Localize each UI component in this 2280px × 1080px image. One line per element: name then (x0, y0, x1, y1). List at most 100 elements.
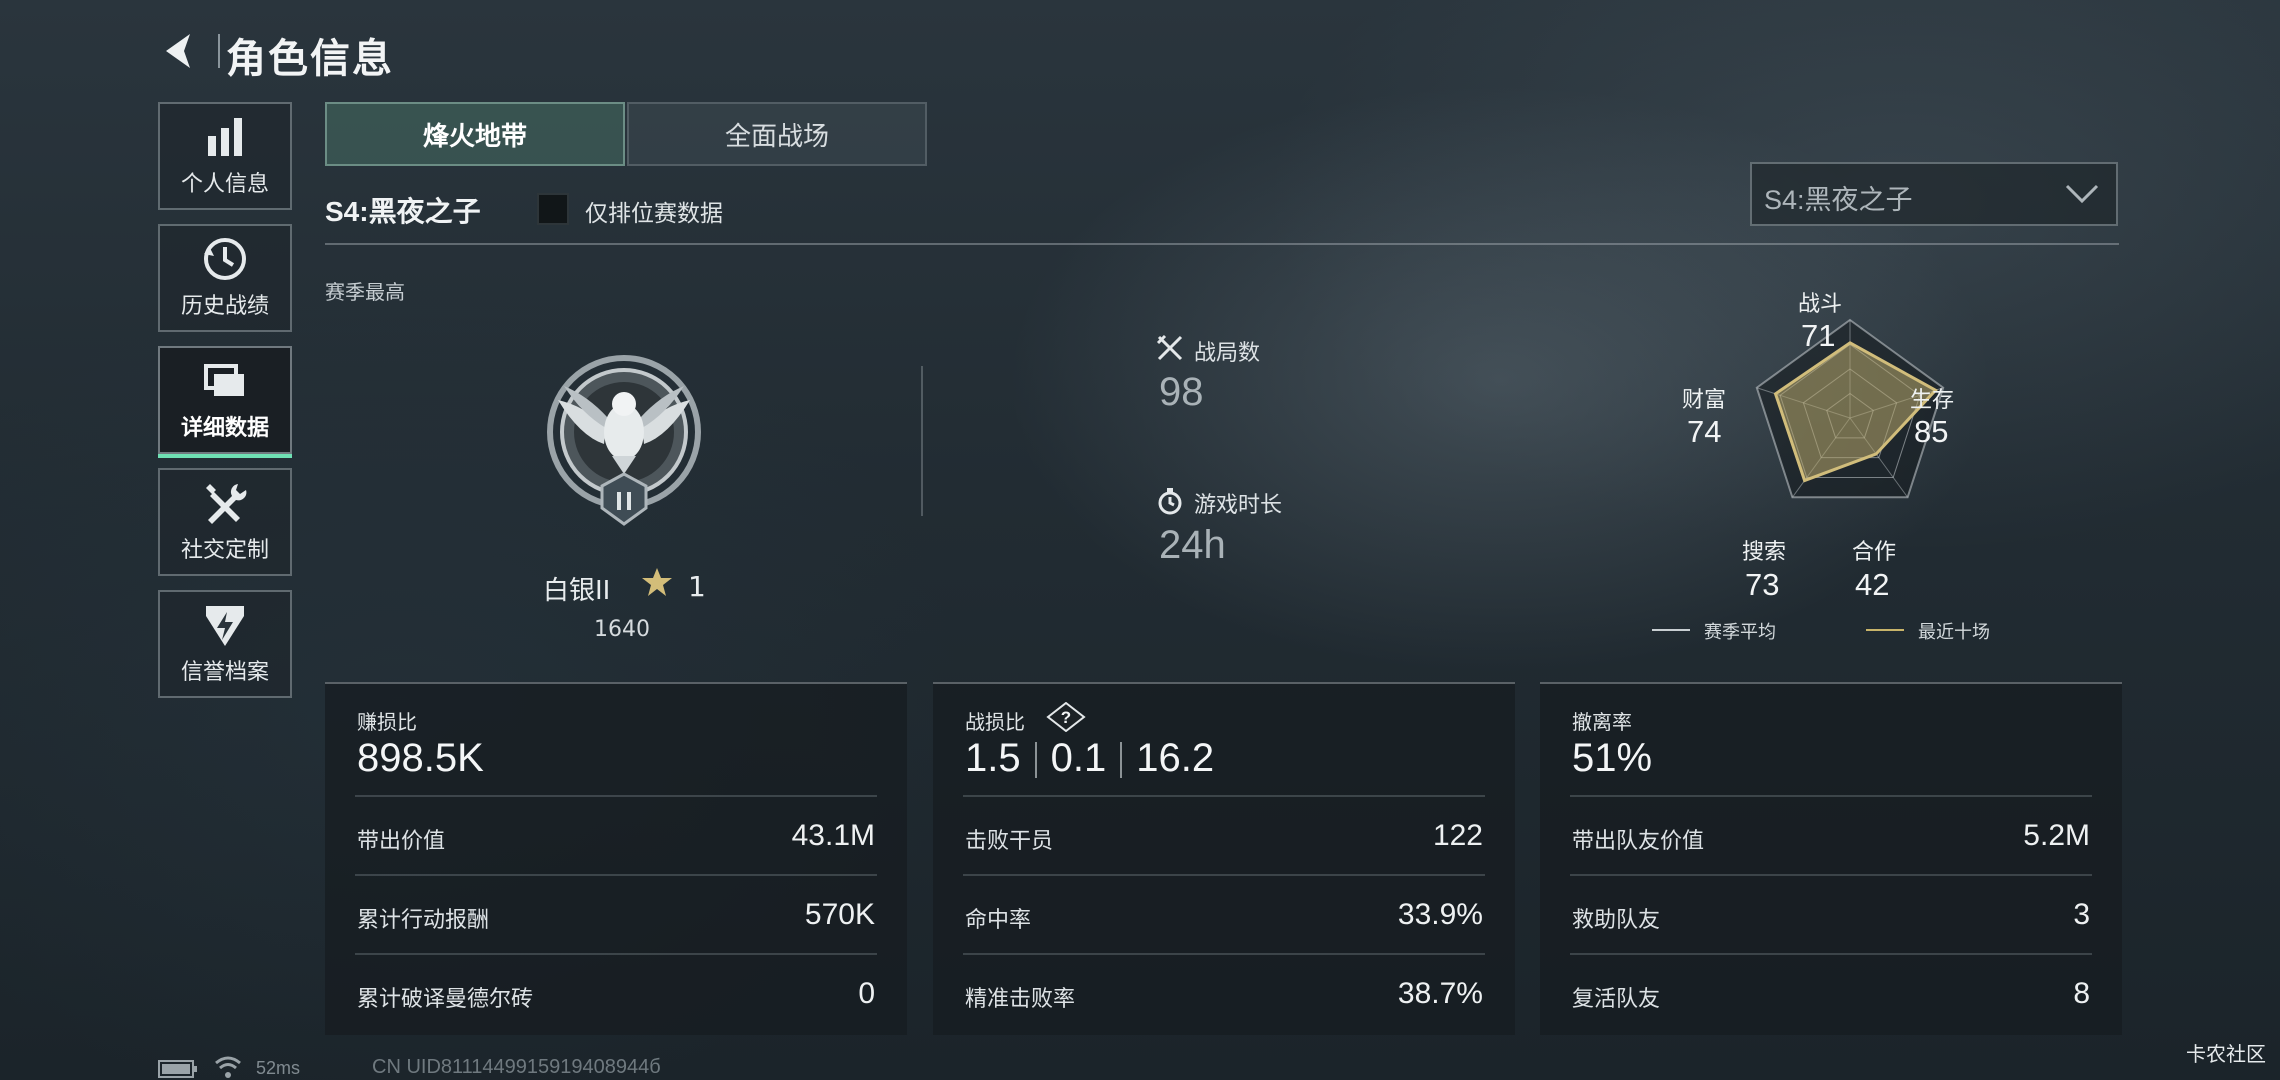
stat-row-value: 122 (1432, 819, 1483, 852)
tab-warzone[interactable]: 烽火地带 (325, 102, 625, 166)
stat-row: 救助队友 3 (1570, 874, 2092, 954)
legend-recent-ten-line (1866, 629, 1904, 631)
radar-axis-value: 85 (1914, 414, 1949, 449)
sidebar-item-label: 社交定制 (180, 538, 269, 563)
watermark: 卡农社区 (2186, 1042, 2266, 1066)
stat-row-label: 累计破译曼德尔砖 (357, 987, 534, 1012)
ranked-only-checkbox[interactable] (537, 193, 569, 225)
legend-season-average: 赛季平均 (1704, 622, 1776, 643)
radar-axis-label: 战斗 (1798, 292, 1843, 317)
stat-row-value: 8 (2073, 977, 2090, 1010)
svg-text:?: ? (1061, 708, 1071, 727)
star-icon (642, 568, 672, 596)
matches-value: 98 (1159, 370, 1204, 414)
sidebar-item-personal-info[interactable]: 个人信息 (158, 102, 292, 210)
stopwatch-icon (1158, 488, 1182, 515)
radar-axis-label: 财富 (1682, 388, 1727, 413)
title-divider (218, 34, 220, 68)
legend-season-average-line (1652, 629, 1690, 631)
battery-icon (158, 1060, 197, 1078)
sidebar-item-label: 历史战绩 (180, 294, 269, 319)
player-uid: CN UID8111449915919408944б (372, 1056, 661, 1078)
radar-axis-value: 73 (1745, 567, 1780, 602)
stat-row-label: 复活队友 (1572, 987, 1661, 1012)
sidebar-item-label: 详细数据 (180, 416, 269, 441)
extract-title: 撤离率 (1572, 710, 1632, 734)
legend-recent-ten: 最近十场 (1918, 622, 1990, 643)
sidebar-item-reputation[interactable]: 信誉档案 (158, 590, 292, 698)
sidebar-item-detailed-data[interactable]: 详细数据 (158, 346, 292, 458)
kd-value-1: 1.5 (965, 736, 1021, 780)
season-peak-label: 赛季最高 (325, 280, 405, 304)
stat-row: 命中率 33.9% (963, 874, 1485, 954)
stat-row: 带出价值 43.1M (355, 795, 877, 875)
stat-row-label: 累计行动报酬 (357, 908, 490, 933)
stat-row: 击败干员 122 (963, 795, 1485, 875)
kd-value-3: 16.2 (1136, 736, 1215, 780)
stat-row-value: 3 (2073, 898, 2090, 931)
season-label: S4:黑夜之子 (325, 196, 481, 227)
page-title: 角色信息 (226, 36, 394, 82)
stat-row-label: 命中率 (965, 908, 1032, 933)
kd-divider (1034, 742, 1037, 779)
extract-value: 51% (1572, 736, 1653, 780)
matches-label: 战局数 (1194, 341, 1261, 366)
stat-row-value: 38.7% (1397, 977, 1483, 1010)
stat-row-label: 带出队友价值 (1572, 829, 1705, 854)
playtime-value: 24h (1159, 523, 1226, 567)
combat-card: 战损比 1.5 0.1 16.2 击败干员 122 命中率 33.9% 精准击败率 … (933, 682, 1515, 1035)
sidebar-item-label: 信誉档案 (180, 660, 269, 685)
ranked-only-label[interactable]: 仅排位赛数据 (585, 194, 723, 228)
back-arrow-icon[interactable] (158, 30, 200, 72)
stat-row-label: 救助队友 (1572, 908, 1661, 933)
stat-row: 带出队友价值 5.2M (1570, 795, 2092, 875)
radar-axis-value: 71 (1801, 318, 1836, 353)
radar-axis-value: 74 (1687, 414, 1722, 449)
stat-row: 复活队友 8 (1570, 953, 2092, 1033)
radar-axis-label: 合作 (1852, 540, 1897, 565)
stat-row-label: 带出价值 (357, 829, 446, 854)
tools-icon (206, 484, 247, 524)
radar-axis-label: 生存 (1910, 388, 1955, 413)
rank-emblem-icon (547, 355, 701, 526)
stat-row: 精准击败率 38.7% (963, 953, 1485, 1033)
radar-chart (1755, 318, 1945, 499)
folder-icon (204, 364, 244, 396)
combat-values: 1.5 0.1 16.2 (965, 736, 1214, 781)
help-icon[interactable]: ? (1046, 702, 1086, 732)
rank-star-count: 1 (688, 570, 706, 603)
stat-row-label: 精准击败率 (965, 987, 1076, 1012)
kd-value-2: 0.1 (1050, 736, 1107, 780)
profit-title: 赚损比 (357, 710, 417, 734)
stat-row-value: 5.2M (2023, 819, 2090, 852)
season-select-value: S4:黑夜之子 (1764, 185, 1913, 215)
combat-title: 战损比 (965, 710, 1025, 734)
profit-card: 赚损比 898.5K 带出价值 43.1M 累计行动报酬 570K 累计破译曼德… (325, 682, 907, 1035)
bar-chart-icon (208, 118, 242, 156)
stat-row-value: 570K (804, 898, 875, 931)
kd-divider (1120, 742, 1123, 779)
section-divider (325, 243, 2119, 245)
sidebar-item-history[interactable]: 历史战绩 (158, 224, 292, 332)
stat-row-value: 0 (858, 977, 875, 1010)
stat-row: 累计行动报酬 570K (355, 874, 877, 954)
playtime-label: 游戏时长 (1194, 493, 1283, 518)
sidebar-item-social[interactable]: 社交定制 (158, 468, 292, 576)
stat-row-label: 击败干员 (965, 829, 1054, 854)
stat-row-value: 43.1M (791, 819, 875, 852)
history-icon (204, 238, 246, 280)
stat-row-value: 33.9% (1397, 898, 1483, 931)
season-select[interactable]: S4:黑夜之子 (1750, 162, 2118, 226)
wifi-icon (215, 1056, 241, 1078)
sidebar-item-label: 个人信息 (180, 172, 269, 197)
stat-row: 累计破译曼德尔砖 0 (355, 953, 877, 1033)
rank-name: 白银II (543, 576, 611, 606)
radar-axis-label: 搜索 (1742, 540, 1787, 565)
crossed-swords-icon (1156, 334, 1183, 361)
chevron-down-icon (2065, 184, 2099, 204)
extract-card: 撤离率 51% 带出队友价值 5.2M 救助队友 3 复活队友 8 (1540, 682, 2122, 1035)
tab-full-battlefield[interactable]: 全面战场 (627, 102, 927, 166)
shield-bolt-icon (206, 606, 244, 646)
radar-axis-value: 42 (1855, 567, 1890, 602)
rank-score: 1640 (594, 617, 650, 642)
